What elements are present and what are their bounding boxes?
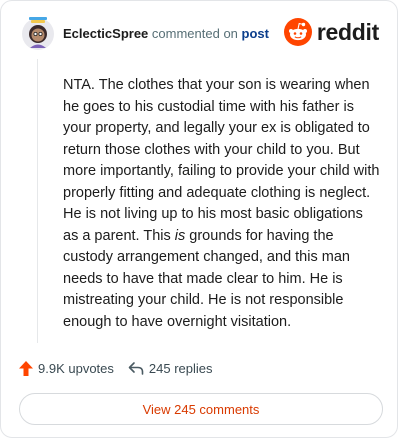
upvotes-count: 9.9K upvotes: [38, 360, 114, 376]
comment-stats: 9.9K upvotes 245 replies: [19, 358, 213, 378]
reddit-logo-icon: [283, 18, 312, 46]
post-link[interactable]: post: [242, 26, 269, 41]
replies-stat[interactable]: 245 replies: [128, 361, 213, 376]
reddit-brand[interactable]: reddit: [283, 18, 379, 46]
comment-text-part-1: NTA. The clothes that your son is wearin…: [63, 77, 380, 244]
comment-body: NTA. The clothes that your son is wearin…: [63, 75, 381, 333]
replies-count: 245 replies: [148, 360, 213, 376]
comment-card: EclecticSpree commented on post reddit N…: [0, 0, 398, 438]
reply-arrow-icon: [128, 362, 144, 375]
comment-header: EclecticSpree commented on post reddit: [21, 15, 379, 53]
thread-line: [37, 59, 38, 343]
comment-emphasis: is: [174, 227, 186, 244]
view-comments-button[interactable]: View 245 comments: [19, 393, 383, 425]
reddit-wordmark: reddit: [316, 18, 379, 45]
upvote-arrow-icon: [19, 360, 33, 376]
user-avatar[interactable]: [21, 15, 55, 51]
comment-byline: EclecticSpree commented on post: [63, 26, 269, 41]
upvotes-stat[interactable]: 9.9K upvotes: [19, 360, 114, 376]
action-text: commented on: [151, 26, 238, 41]
username-link[interactable]: EclecticSpree: [63, 26, 148, 41]
